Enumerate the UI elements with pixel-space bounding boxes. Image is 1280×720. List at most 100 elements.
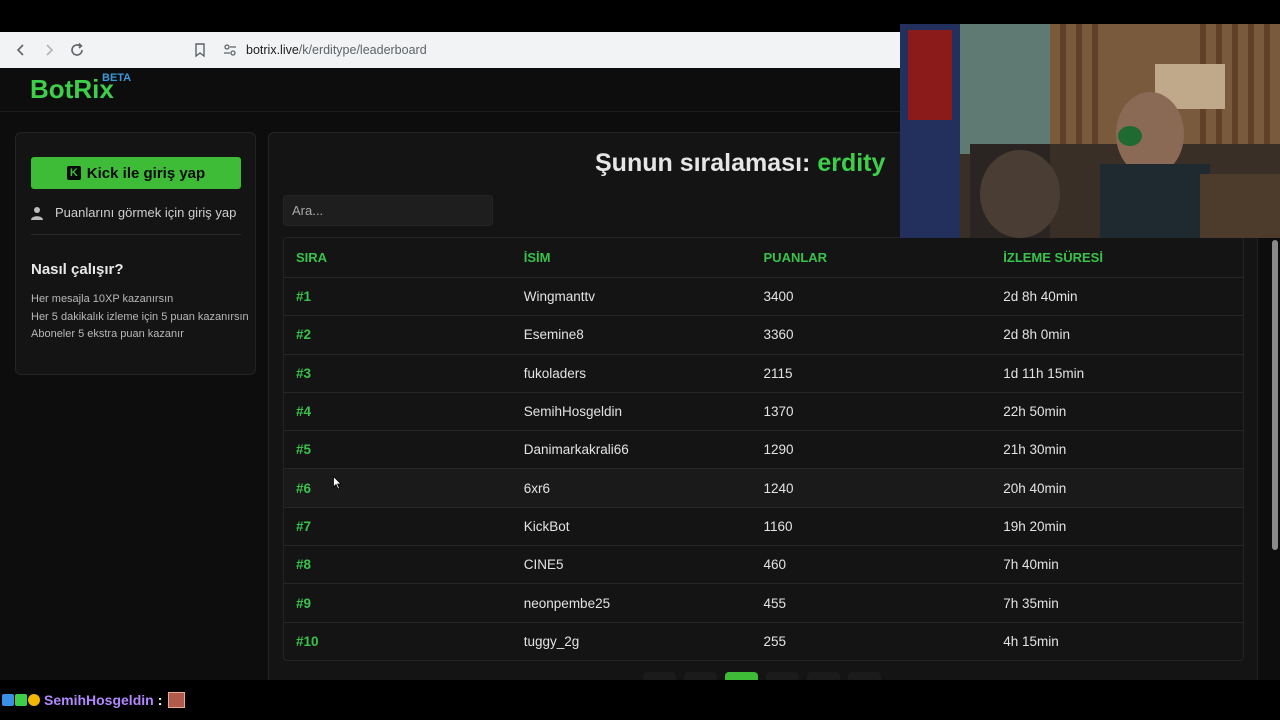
row-rank: #5 <box>296 442 312 458</box>
kick-icon: K <box>66 166 81 180</box>
site-settings-icon[interactable] <box>222 42 238 58</box>
sidebar: K Kick ile giriş yap Puanlarını görmek i… <box>15 132 256 375</box>
row-watch-time: 21h 30min <box>1003 442 1067 458</box>
page-title: Şunun sıralaması: erdity <box>595 149 885 178</box>
user-icon <box>31 206 43 220</box>
row-watch-time: 7h 35min <box>1003 595 1059 611</box>
bookmark-icon[interactable] <box>192 42 208 58</box>
row-points: 3400 <box>763 289 794 305</box>
kick-login-label: Kick ile giriş yap <box>86 164 206 182</box>
page-scrollbar[interactable] <box>1268 240 1280 680</box>
login-hint[interactable]: Puanlarını görmek için giriş yap <box>31 205 241 235</box>
webcam-overlay <box>900 24 1280 238</box>
login-hint-text: Puanlarını görmek için giriş yap <box>55 205 237 220</box>
row-rank: #4 <box>296 404 312 420</box>
table-row[interactable]: #1 Wingmanttv 3400 2d 8h 40min <box>284 278 1243 317</box>
title-username: erdity <box>817 149 886 177</box>
chat-overlay: SemihHosgeldin : <box>0 680 1280 720</box>
row-points: 455 <box>763 595 787 611</box>
row-name: KickBot <box>523 518 570 534</box>
row-rank: #10 <box>296 634 319 650</box>
row-watch-time: 7h 40min <box>1003 557 1059 573</box>
col-name-header[interactable]: İSİM <box>524 250 764 265</box>
table-row[interactable]: #3 fukoladers 2115 1d 11h 15min <box>284 355 1243 393</box>
forward-icon[interactable] <box>38 39 60 61</box>
pagination <box>643 672 881 680</box>
back-icon[interactable] <box>10 39 32 61</box>
row-name: Wingmanttv <box>523 289 596 305</box>
row-rank: #7 <box>296 518 312 534</box>
row-name: SemihHosgeldin <box>523 404 623 420</box>
table-row[interactable]: #10 tuggy_2g 255 4h 15min <box>284 623 1243 660</box>
table-row[interactable]: #5 Danimarkakrali66 1290 21h 30min <box>284 431 1243 470</box>
how-it-works-list: Her mesajla 10XP kazanırsın Her 5 dakika… <box>31 291 249 344</box>
kick-login-button[interactable]: K Kick ile giriş yap <box>31 157 241 189</box>
reload-icon[interactable] <box>66 39 88 61</box>
row-rank: #9 <box>296 595 312 611</box>
chat-emote-icon <box>168 692 186 708</box>
row-name: 6xr6 <box>523 480 551 496</box>
page-button[interactable] <box>766 672 799 680</box>
url-path: /k/erditype/leaderboard <box>298 43 427 57</box>
chat-colon: : <box>157 692 163 708</box>
address-bar[interactable]: botrix.live/k/erditype/leaderboard <box>192 36 912 64</box>
row-name: tuggy_2g <box>523 634 580 650</box>
row-watch-time: 20h 40min <box>1003 480 1067 496</box>
scrollbar-thumb[interactable] <box>1272 240 1278 550</box>
search-input[interactable] <box>283 195 493 226</box>
table-header: SIRA İSİM PUANLAR İZLEME SÜRESİ <box>284 238 1243 278</box>
row-points: 2115 <box>763 365 793 381</box>
row-points: 460 <box>763 557 787 573</box>
table-row[interactable]: #2 Esemine8 3360 2d 8h 0min <box>284 316 1243 355</box>
row-watch-time: 19h 20min <box>1003 518 1067 534</box>
url-domain: botrix.live <box>246 43 299 57</box>
row-rank: #2 <box>296 327 312 343</box>
row-points: 3360 <box>763 327 794 343</box>
row-points: 1290 <box>763 442 794 458</box>
page-button[interactable] <box>643 672 676 680</box>
page-button[interactable] <box>807 672 840 680</box>
row-name: neonpembe25 <box>523 595 611 611</box>
col-watch-header[interactable]: İZLEME SÜRESİ <box>1003 250 1243 265</box>
row-watch-time: 4h 15min <box>1003 634 1059 650</box>
chat-username: SemihHosgeldin <box>44 692 154 708</box>
beta-badge: BETA <box>102 72 132 84</box>
page-button-current[interactable] <box>725 672 758 680</box>
subscriber-badge-icon <box>15 694 27 706</box>
row-points: 1240 <box>763 480 794 496</box>
how-item: Aboneler 5 ekstra puan kazanır <box>31 328 184 340</box>
row-rank: #6 <box>296 480 312 496</box>
moderator-badge-icon <box>2 694 14 706</box>
row-points: 1160 <box>763 518 793 534</box>
webcam-image <box>900 24 1280 238</box>
row-watch-time: 2d 8h 0min <box>1003 327 1071 343</box>
page-button[interactable] <box>684 672 717 680</box>
table-row[interactable]: #7 KickBot 1160 19h 20min <box>284 508 1243 547</box>
chat-badges <box>2 694 41 706</box>
row-watch-time: 1d 11h 15min <box>1003 365 1085 381</box>
row-points: 255 <box>763 634 787 650</box>
row-rank: #3 <box>296 365 312 381</box>
row-name: fukoladers <box>523 365 587 381</box>
url-text: botrix.live/k/erditype/leaderboard <box>246 43 427 57</box>
col-rank-header[interactable]: SIRA <box>284 250 524 265</box>
table-row[interactable]: #8 CINE5 460 7h 40min <box>284 546 1243 585</box>
row-name: CINE5 <box>523 557 564 573</box>
gift-badge-icon <box>28 694 40 706</box>
table-row[interactable]: #4 SemihHosgeldin 1370 22h 50min <box>284 393 1243 432</box>
mouse-cursor-icon <box>333 476 342 490</box>
col-points-header[interactable]: PUANLAR <box>764 250 1004 265</box>
how-item: Her mesajla 10XP kazanırsın <box>31 293 174 305</box>
row-rank: #1 <box>296 289 312 305</box>
how-it-works-title: Nasıl çalışır? <box>31 261 124 278</box>
row-name: Danimarkakrali66 <box>523 442 629 458</box>
row-points: 1370 <box>763 404 794 420</box>
leaderboard-table: SIRA İSİM PUANLAR İZLEME SÜRESİ #1 Wingm… <box>283 237 1244 661</box>
row-watch-time: 2d 8h 40min <box>1003 289 1078 305</box>
row-name: Esemine8 <box>523 327 584 343</box>
table-row[interactable]: #9 neonpembe25 455 7h 35min <box>284 584 1243 623</box>
row-watch-time: 22h 50min <box>1003 404 1067 420</box>
page-button[interactable] <box>848 672 881 680</box>
table-row[interactable]: #6 6xr6 1240 20h 40min <box>284 469 1243 508</box>
row-rank: #8 <box>296 557 312 573</box>
